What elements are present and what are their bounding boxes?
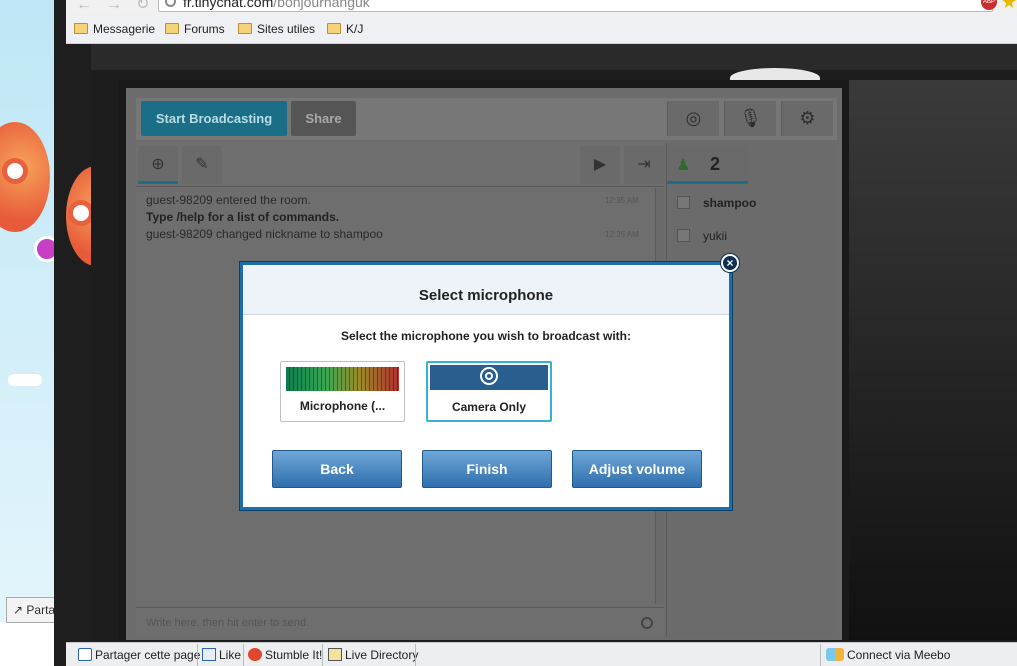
back-button[interactable]: Back [272,450,402,488]
camera-icon [480,367,498,385]
start-broadcasting-button[interactable]: Start Broadcasting [141,101,287,136]
share-page-button[interactable]: Partager cette page [78,647,200,665]
search-icon[interactable] [641,617,653,629]
user-list-item[interactable]: yukii [677,229,727,243]
divider [197,644,198,666]
thumbs-up-icon [202,648,216,661]
share-button[interactable]: Share [291,101,356,136]
user-count: 2 [710,154,721,174]
user-icon: ♟ [676,157,691,174]
user-list-item[interactable]: shampoo [677,196,756,210]
cloud-decoration [8,374,42,386]
share-icon: ↗ [13,603,27,617]
camera-settings-icon[interactable]: ◎ [667,101,719,136]
camera-only-label: Camera Only [451,400,527,414]
folder-icon [238,23,252,34]
site-info-icon[interactable] [165,0,176,7]
address-bar[interactable]: fr.tinychat.com/bonjournanguk [158,0,993,12]
microphone-option[interactable]: Microphone (... [280,361,405,422]
bookmark-forums[interactable]: Forums [165,22,225,36]
dialog-title: Select microphone [418,287,554,304]
chat-message: guest-98209 changed nickname to shampoo [146,227,383,241]
user-checkbox[interactable] [677,229,690,242]
directory-icon [328,648,342,661]
chat-message-time: 12:35 AM [605,196,639,205]
stumbleupon-icon [248,648,262,661]
folder-icon [165,23,179,34]
chat-message: Type /help for a list of commands. [146,210,340,224]
tab-chat-icon[interactable]: ✎ [182,146,222,184]
divider [820,644,821,666]
finish-button[interactable]: Finish [422,450,552,488]
folder-icon [327,23,341,34]
bookmark-star-icon[interactable]: ★ [1001,0,1017,13]
stumble-button[interactable]: Stumble It! [248,647,322,665]
navigation-buttons[interactable]: ←→↻ [76,0,163,14]
chat-input[interactable]: Write here, then hit enter to send. [136,607,664,637]
gear-icon[interactable]: ⚙ [781,101,833,136]
meebo-icon [826,648,844,661]
chat-message: guest-98209 entered the room. [146,193,311,207]
media-icon[interactable]: ⇥ [624,146,664,184]
microphone-icon[interactable]: 🎙 [724,101,776,136]
like-button[interactable]: Like [202,647,241,665]
camera-only-option[interactable]: Camera Only [426,361,552,422]
meebo-connect-button[interactable]: Connect via Meebo [826,647,950,665]
camera-icon-box [430,365,548,390]
divider [243,644,244,666]
close-icon[interactable]: × [721,254,739,272]
microphone-option-label: Microphone (... [299,399,386,413]
page-side-shade [849,80,1017,640]
youtube-icon[interactable]: ▶ [580,146,620,184]
dialog-subtitle: Select the microphone you wish to broadc… [340,329,632,343]
chat-message-time: 12:35 AM [605,230,639,239]
live-directory-button[interactable]: Live Directory [328,647,418,665]
bookmark-sites-utiles[interactable]: Sites utiles [238,22,315,36]
tab-zoom-icon[interactable]: ⊕ [138,146,178,184]
user-checkbox[interactable] [677,196,690,209]
share-icon [78,648,92,661]
folder-icon [74,23,88,34]
bookmark-kj[interactable]: K/J [327,22,363,36]
divider [415,644,416,666]
volume-meter [286,367,399,391]
page-header [91,44,1017,70]
adjust-volume-button[interactable]: Adjust volume [572,450,702,488]
divider [322,644,323,666]
select-microphone-dialog: Select microphone Select the microphone … [240,262,732,510]
balloon-eye-decoration [2,158,28,184]
bookmark-messagerie[interactable]: Messagerie [74,22,155,36]
